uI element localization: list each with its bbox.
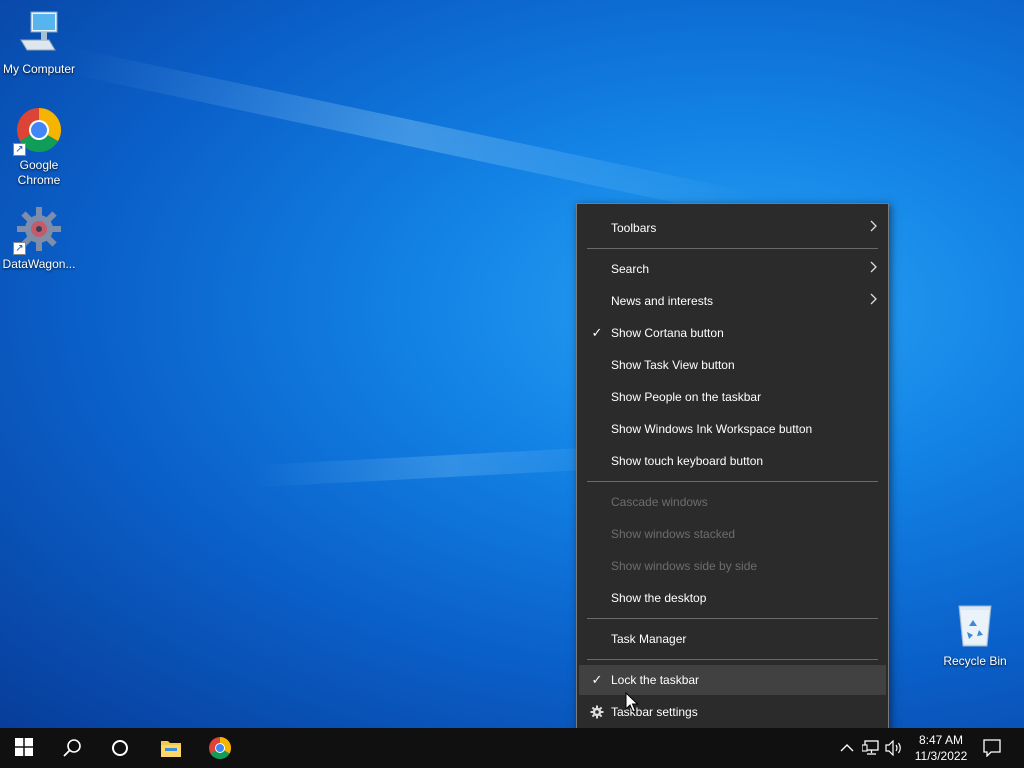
clock-date: 11/3/2022 [914,749,968,763]
checkmark-icon: ✓ [591,672,603,687]
menu-item-task-manager[interactable]: Task Manager [579,624,886,654]
volume-button[interactable] [884,728,906,768]
menu-item-label: Show Task View button [611,358,735,372]
menu-item-show-task-view-button[interactable]: Show Task View button [579,350,886,380]
search-icon [63,739,81,757]
menu-item-label: News and interests [611,294,714,308]
chevron-right-icon [870,286,878,316]
menu-item-label: Lock the taskbar [611,673,700,687]
menu-item-label: Show Windows Ink Workspace button [611,422,813,436]
show-hidden-icons-button[interactable] [838,728,856,768]
menu-item-lock-the-taskbar[interactable]: ✓ Lock the taskbar [579,665,886,695]
shortcut-arrow-icon: ↗ [13,242,26,255]
mouse-cursor-icon [625,692,639,713]
desktop-icon-recycle-bin[interactable]: Recycle Bin [937,602,1013,669]
menu-separator [587,659,878,660]
chevron-right-icon [870,213,878,243]
menu-item-label: Search [611,262,650,276]
menu-item-toolbars[interactable]: Toolbars [579,213,886,243]
desktop-icon-label: DataWagon... [2,257,76,271]
file-explorer-button[interactable] [147,728,195,768]
menu-item-show-cortana-button[interactable]: ✓ Show Cortana button [579,318,886,348]
menu-item-label: Show touch keyboard button [611,454,764,468]
menu-item-cascade-windows: Cascade windows [579,487,886,517]
menu-item-show-windows-ink[interactable]: Show Windows Ink Workspace button [579,414,886,444]
gear-icon [589,697,605,728]
network-button[interactable] [860,728,882,768]
menu-separator [587,248,878,249]
menu-separator [587,481,878,482]
menu-item-label: Show People on the taskbar [611,390,762,404]
taskbar-context-menu: Toolbars Search News and interests ✓ Sho… [576,203,889,728]
menu-item-label: Show Cortana button [611,326,724,340]
menu-item-label: Show the desktop [611,591,707,605]
cortana-button[interactable] [96,728,144,768]
menu-item-label: Task Manager [611,632,687,646]
clock-time: 8:47 AM [918,733,964,747]
cortana-icon [112,740,128,756]
shortcut-arrow-icon: ↗ [13,143,26,156]
menu-item-show-the-desktop[interactable]: Show the desktop [579,583,886,613]
network-icon [862,740,879,755]
start-button[interactable] [0,728,48,768]
desktop-icon-google-chrome[interactable]: ↗ Google Chrome [1,106,77,188]
file-explorer-icon [161,741,181,757]
chrome-icon [209,737,231,759]
menu-item-show-windows-side-by-side: Show windows side by side [579,551,886,581]
chevron-up-icon [840,744,854,752]
menu-item-news-and-interests[interactable]: News and interests [579,286,886,316]
desktop-icon-label: Recycle Bin [943,654,1007,668]
chrome-icon: ↗ [13,106,63,156]
menu-item-label: Toolbars [611,221,657,235]
notification-icon [983,739,1001,757]
start-icon [15,738,33,756]
computer-icon [15,10,63,58]
clock[interactable]: 8:47 AM 11/3/2022 [906,732,976,764]
checkmark-icon: ✓ [591,325,603,340]
action-center-button[interactable] [978,728,1008,768]
volume-icon [885,740,901,756]
menu-separator [587,618,878,619]
taskbar[interactable]: 8:47 AM 11/3/2022 [0,728,1024,768]
desktop-icon-label: My Computer [2,62,76,76]
datawagon-icon: ↗ [13,205,63,255]
desktop-icon-datawagon[interactable]: ↗ DataWagon... [1,205,77,272]
desktop-icon-label: Google Chrome [17,158,61,187]
chevron-right-icon [870,254,878,284]
menu-item-show-people[interactable]: Show People on the taskbar [579,382,886,412]
search-button[interactable] [48,728,96,768]
menu-item-show-windows-stacked: Show windows stacked [579,519,886,549]
recycle-bin-icon [951,602,999,650]
menu-item-label: Show windows stacked [611,527,736,541]
menu-item-label: Cascade windows [611,495,708,509]
menu-item-search[interactable]: Search [579,254,886,284]
menu-item-label: Taskbar settings [611,705,698,719]
chrome-taskbar-button[interactable] [196,728,244,768]
desktop-background[interactable]: My Computer ↗ Google Chrome ↗ DataWagon.… [0,0,1024,728]
menu-item-label: Show windows side by side [611,559,758,573]
desktop-icon-my-computer[interactable]: My Computer [1,10,77,77]
menu-item-show-touch-keyboard[interactable]: Show touch keyboard button [579,446,886,476]
